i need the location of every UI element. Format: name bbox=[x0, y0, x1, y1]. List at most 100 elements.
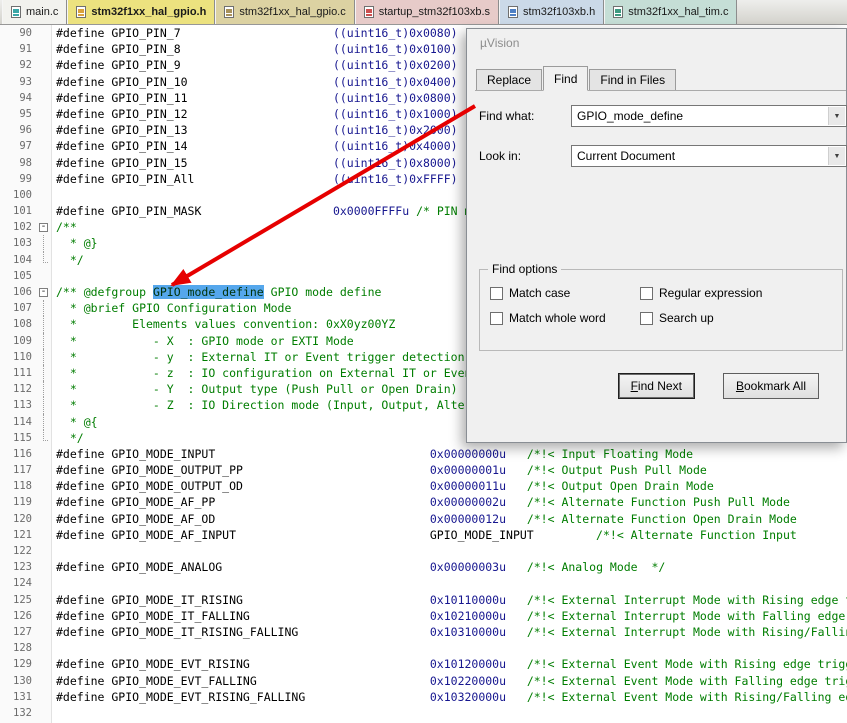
fold-margin bbox=[36, 74, 52, 90]
line-number: 123 bbox=[0, 559, 36, 575]
line-number: 111 bbox=[0, 365, 36, 381]
bookmark-all-button[interactable]: Bookmark All bbox=[723, 373, 819, 399]
fold-margin bbox=[36, 414, 52, 430]
fold-margin bbox=[36, 624, 52, 640]
find-options-group: Find options Match caseRegular expressio… bbox=[479, 269, 843, 351]
code-token: #define GPIO_PIN_10 bbox=[56, 75, 333, 89]
match-whole-word-checkbox[interactable]: Match whole word bbox=[490, 311, 640, 325]
code-line[interactable]: 120#define GPIO_MODE_AF_OD 0x00000012u /… bbox=[0, 511, 847, 527]
tab-label: stm32f1xx_hal_gpio.c bbox=[239, 6, 345, 18]
find-what-row: Find what: GPIO_mode_define ▼ bbox=[479, 105, 847, 127]
code-token: /*!< External Event Mode with Falling ed… bbox=[527, 674, 847, 688]
code-text: #define GPIO_MODE_IT_RISING 0x10110000u … bbox=[52, 592, 847, 608]
code-token bbox=[506, 625, 527, 639]
code-token: #define GPIO_MODE_IT_RISING_FALLING bbox=[56, 625, 430, 639]
code-token: 0x10310000u bbox=[430, 625, 506, 639]
code-token bbox=[506, 674, 527, 688]
line-number: 105 bbox=[0, 268, 36, 284]
code-token: ((uint16_t)0x1000) bbox=[333, 107, 458, 121]
code-token: #define GPIO_MODE_EVT_RISING_FALLING bbox=[56, 690, 430, 704]
code-line[interactable]: 118#define GPIO_MODE_OUTPUT_OD 0x0000001… bbox=[0, 478, 847, 494]
search-up-checkbox[interactable]: Search up bbox=[640, 311, 842, 325]
dialog-tab-replace[interactable]: Replace bbox=[476, 69, 542, 90]
fold-collapse-icon[interactable]: - bbox=[39, 288, 48, 297]
fold-margin bbox=[36, 235, 52, 251]
code-token bbox=[506, 609, 527, 623]
line-number: 99 bbox=[0, 171, 36, 187]
code-token: /*!< Alternate Function Push Pull Mode bbox=[527, 495, 790, 509]
line-number: 122 bbox=[0, 543, 36, 559]
code-token: 0x00000002u bbox=[430, 495, 506, 509]
code-token: /*!< External Interrupt Mode with Fallin… bbox=[527, 609, 847, 623]
code-token: * Elements values convention: 0xX0yz00YZ bbox=[56, 317, 395, 331]
code-text: /** @defgroup GPIO_mode_define GPIO mode… bbox=[52, 284, 381, 300]
code-line[interactable]: 119#define GPIO_MODE_AF_PP 0x00000002u /… bbox=[0, 494, 847, 510]
regular-expression-checkbox[interactable]: Regular expression bbox=[640, 286, 842, 300]
code-line[interactable]: 125#define GPIO_MODE_IT_RISING 0x1011000… bbox=[0, 592, 847, 608]
tab-main-c[interactable]: main.c bbox=[2, 0, 67, 24]
line-number: 90 bbox=[0, 25, 36, 41]
code-token: /*!< Alternate Function Input bbox=[596, 528, 797, 542]
code-line[interactable]: 128 bbox=[0, 640, 847, 656]
code-text bbox=[52, 705, 56, 721]
code-text: */ bbox=[52, 252, 84, 268]
line-number: 107 bbox=[0, 300, 36, 316]
fold-margin bbox=[36, 122, 52, 138]
code-token bbox=[506, 479, 527, 493]
tab-stm32f1xx-hal-tim-c[interactable]: stm32f1xx_hal_tim.c bbox=[604, 0, 737, 24]
checkbox-box bbox=[640, 312, 653, 325]
code-line[interactable]: 116#define GPIO_MODE_INPUT 0x00000000u /… bbox=[0, 446, 847, 462]
code-text: #define GPIO_MODE_OUTPUT_PP 0x00000001u … bbox=[52, 462, 707, 478]
fold-margin bbox=[36, 656, 52, 672]
code-token: * - Y : Output type (Push Pull or Open D… bbox=[56, 382, 458, 396]
search-highlight: GPIO_mode_define bbox=[153, 285, 264, 299]
find-what-combo[interactable]: GPIO_mode_define ▼ bbox=[571, 105, 847, 127]
code-token: ((uint16_t)0x0080) bbox=[333, 26, 458, 40]
chevron-down-icon[interactable]: ▼ bbox=[828, 107, 845, 125]
code-token: * @} bbox=[56, 236, 98, 250]
line-number: 130 bbox=[0, 673, 36, 689]
fold-margin bbox=[36, 25, 52, 41]
tab-stm32f103xb-h[interactable]: stm32f103xb.h bbox=[499, 0, 604, 24]
code-line[interactable]: 122 bbox=[0, 543, 847, 559]
code-line[interactable]: 130#define GPIO_MODE_EVT_FALLING 0x10220… bbox=[0, 673, 847, 689]
fold-collapse-icon[interactable]: - bbox=[39, 223, 48, 232]
code-line[interactable]: 121#define GPIO_MODE_AF_INPUT GPIO_MODE_… bbox=[0, 527, 847, 543]
code-line[interactable]: 126#define GPIO_MODE_IT_FALLING 0x102100… bbox=[0, 608, 847, 624]
tab-startup-stm32f103xb-s[interactable]: startup_stm32f103xb.s bbox=[355, 0, 499, 24]
code-token: #define GPIO_PIN_9 bbox=[56, 58, 333, 72]
code-token: #define GPIO_PIN_13 bbox=[56, 123, 333, 137]
code-token: ((uint16_t)0x0100) bbox=[333, 42, 458, 56]
file-icon-line bbox=[78, 14, 84, 16]
tab-stm32f1xx-hal-gpio-h[interactable]: stm32f1xx_hal_gpio.h bbox=[67, 0, 215, 24]
line-number: 131 bbox=[0, 689, 36, 705]
file-icon bbox=[11, 6, 21, 18]
code-token: #define GPIO_MODE_OUTPUT_OD bbox=[56, 479, 430, 493]
code-text: #define GPIO_MODE_AF_OD 0x00000012u /*!<… bbox=[52, 511, 797, 527]
code-line[interactable]: 124 bbox=[0, 575, 847, 591]
code-text: #define GPIO_MODE_AF_PP 0x00000002u /*!<… bbox=[52, 494, 790, 510]
dialog-tab-strip: ReplaceFindFind in Files bbox=[476, 65, 677, 90]
find-next-button[interactable]: Find Next bbox=[618, 373, 695, 399]
dialog-tab-find[interactable]: Find bbox=[543, 66, 588, 91]
checkbox-box bbox=[490, 287, 503, 300]
code-token: 0x00000000u bbox=[430, 447, 506, 461]
code-line[interactable]: 129#define GPIO_MODE_EVT_RISING 0x101200… bbox=[0, 656, 847, 672]
line-number: 92 bbox=[0, 57, 36, 73]
code-text: * - y : External IT or Event trigger det… bbox=[52, 349, 465, 365]
match-case-checkbox[interactable]: Match case bbox=[490, 286, 640, 300]
code-line[interactable]: 117#define GPIO_MODE_OUTPUT_PP 0x0000000… bbox=[0, 462, 847, 478]
code-token: * - z : IO configuration on External IT … bbox=[56, 366, 478, 380]
code-line[interactable]: 132 bbox=[0, 705, 847, 721]
code-line[interactable]: 123#define GPIO_MODE_ANALOG 0x00000003u … bbox=[0, 559, 847, 575]
checkbox-label: Match whole word bbox=[509, 311, 606, 325]
dialog-tab-find-in-files[interactable]: Find in Files bbox=[589, 69, 676, 90]
find-what-label: Find what: bbox=[479, 109, 571, 123]
code-line[interactable]: 131#define GPIO_MODE_EVT_RISING_FALLING … bbox=[0, 689, 847, 705]
code-line[interactable]: 127#define GPIO_MODE_IT_RISING_FALLING 0… bbox=[0, 624, 847, 640]
look-in-combo[interactable]: Current Document ▼ bbox=[571, 145, 847, 167]
tab-stm32f1xx-hal-gpio-c[interactable]: stm32f1xx_hal_gpio.c bbox=[215, 0, 354, 24]
fold-margin bbox=[36, 559, 52, 575]
chevron-down-icon[interactable]: ▼ bbox=[828, 147, 845, 165]
code-text: #define GPIO_MODE_IT_FALLING 0x10210000u… bbox=[52, 608, 847, 624]
